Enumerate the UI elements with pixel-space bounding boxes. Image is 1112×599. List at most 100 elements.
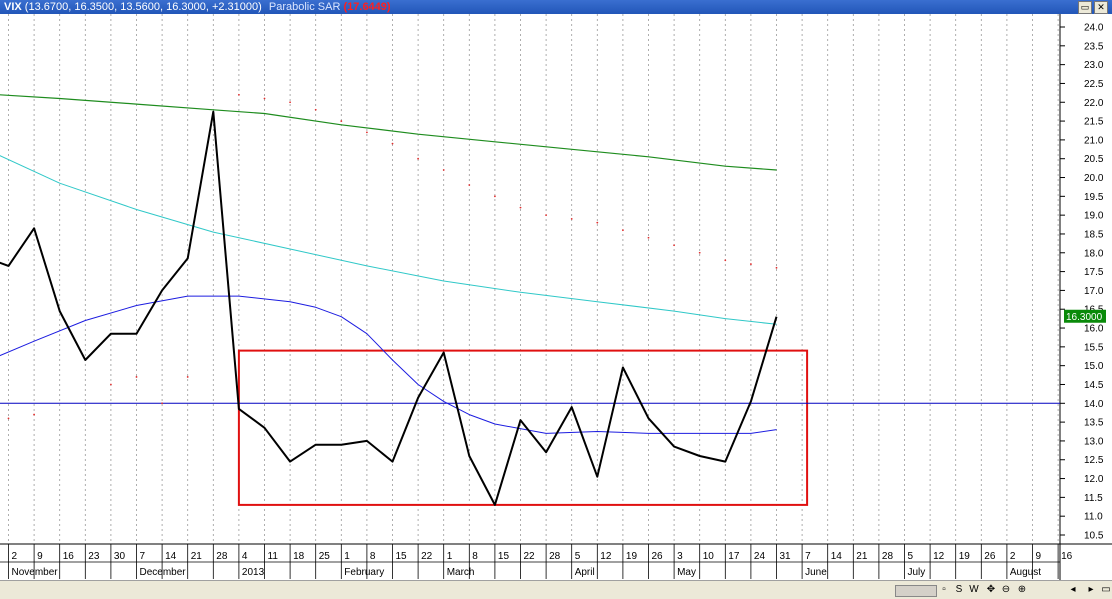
sar-dot	[596, 221, 599, 224]
sar-dot	[775, 266, 778, 269]
sar-dot	[135, 376, 138, 378]
x-month-label: November	[12, 567, 59, 578]
x-week-label: 26	[984, 551, 996, 562]
x-month-label: June	[805, 567, 827, 578]
x-week-label: 8	[370, 551, 376, 562]
sar-dot	[417, 157, 419, 160]
sar-dot	[161, 402, 164, 405]
symbol-label: VIX	[4, 1, 22, 13]
x-week-label: 1	[447, 551, 453, 562]
y-tick-label: 18.0	[1084, 248, 1104, 259]
last-price-tag-text: 16.3000	[1066, 312, 1103, 323]
price-chart[interactable]: 24.0 23.5 23.0 22.5 22.0 21.5 21.0 20.5 20.0 19.5…	[0, 14, 1112, 580]
sar-dot	[7, 417, 10, 420]
sar-dot	[494, 195, 496, 198]
y-tick-label: 14.5	[1084, 380, 1104, 391]
y-tick-label: 20.0	[1084, 173, 1104, 184]
y-tick-label: 18.5	[1084, 229, 1104, 240]
x-week-label: 15	[396, 551, 408, 562]
x-week-label: 12	[600, 551, 612, 562]
sar-dot	[698, 251, 701, 254]
sar-dot	[519, 206, 522, 209]
sar-dot	[673, 244, 675, 247]
mid-average-line	[0, 155, 777, 325]
last-price-tag: 16.3000	[1064, 309, 1106, 323]
maximize-icon[interactable]: ▭	[1100, 583, 1112, 596]
x-week-label: 28	[216, 551, 228, 562]
x-week-label: 2	[12, 551, 18, 562]
zoom-out-icon[interactable]: ⊖	[1000, 583, 1012, 596]
y-tick-label: 21.0	[1084, 135, 1104, 146]
y-tick-label: 23.0	[1084, 60, 1104, 71]
y-tick-label: 15.0	[1084, 361, 1104, 372]
y-tick-label: 12.0	[1084, 474, 1104, 485]
x-week-label: 19	[626, 551, 638, 562]
x-month-label: August	[1010, 567, 1041, 578]
indicator-name: Parabolic SAR	[268, 1, 341, 13]
y-tick-label: 13.0	[1084, 436, 1104, 447]
sar-dot	[314, 108, 317, 111]
sar-dot	[289, 101, 291, 104]
x-week-label: 9	[37, 551, 43, 562]
series-lines	[0, 94, 778, 506]
sar-dot	[622, 229, 624, 232]
sar-dot	[110, 383, 112, 386]
x-month-label: 2013	[242, 567, 265, 578]
restore-window-button[interactable]: ▭	[1078, 1, 1092, 14]
y-tick-label: 16.0	[1084, 324, 1104, 335]
range-box	[237, 349, 809, 506]
x-week-label: 2	[1010, 551, 1016, 562]
chart-title-bar: VIX (13.6700, 16.3500, 13.5600, 16.3000,…	[0, 0, 1112, 14]
sar-dot	[724, 259, 727, 262]
ohlc-readout: (13.6700, 16.3500, 13.5600, 16.3000, +2.…	[24, 1, 262, 13]
price-line	[0, 110, 778, 506]
x-week-label: 9	[1036, 551, 1042, 562]
x-week-label: 12	[933, 551, 945, 562]
sar-dot	[263, 97, 266, 100]
x-week-label: 7	[140, 551, 146, 562]
x-month-label: March	[447, 567, 475, 578]
close-window-button[interactable]: ✕	[1094, 1, 1108, 14]
scroll-right-icon[interactable]: ▸	[1085, 583, 1097, 596]
x-month-label: December	[140, 567, 187, 578]
sar-dot	[238, 93, 240, 96]
sar-dot	[391, 142, 394, 145]
x-week-label: 21	[856, 551, 868, 562]
y-tick-label: 11.5	[1084, 493, 1103, 504]
y-tick-label: 22.5	[1084, 79, 1104, 90]
x-week-label: 5	[908, 551, 914, 562]
sar-dot	[647, 236, 650, 239]
x-week-label: 3	[677, 551, 683, 562]
x-week-label: 5	[575, 551, 581, 562]
horizontal-scrollbar[interactable]	[895, 585, 937, 597]
move-icon[interactable]: ✥	[985, 583, 997, 596]
scale-s-button[interactable]: S	[953, 583, 965, 596]
y-tick-label: 11.0	[1084, 512, 1103, 523]
scroll-left-icon[interactable]: ◂	[1067, 583, 1079, 596]
sar-dot	[340, 120, 343, 122]
x-week-label: 16	[63, 551, 75, 562]
y-tick-label: 12.5	[1084, 455, 1104, 466]
x-week-label: 22	[421, 551, 433, 562]
scale-w-button[interactable]: W	[968, 583, 980, 596]
x-week-label: 31	[780, 551, 792, 562]
x-week-label: 18	[293, 551, 305, 562]
x-week-label: 4	[242, 551, 248, 562]
x-week-label: 15	[498, 551, 510, 562]
window-icon[interactable]: ▫	[938, 583, 950, 596]
x-week-label: 11	[268, 551, 279, 562]
x-week-label: 17	[728, 551, 740, 562]
y-tick-label: 17.5	[1084, 267, 1104, 278]
x-week-label: 1	[344, 551, 350, 562]
y-tick-label: 10.5	[1084, 531, 1104, 542]
x-month-label: February	[344, 567, 384, 578]
zoom-in-icon[interactable]: ⊕	[1016, 583, 1028, 596]
x-month-label: May	[677, 567, 696, 578]
y-tick-label: 19.0	[1084, 211, 1104, 222]
y-tick-label: 22.0	[1084, 98, 1104, 109]
x-week-label: 14	[831, 551, 843, 562]
x-week-label: 25	[319, 551, 331, 562]
x-week-label: 8	[472, 551, 478, 562]
y-tick-label: 20.5	[1084, 154, 1104, 165]
y-tick-label: 24.0	[1084, 23, 1104, 34]
